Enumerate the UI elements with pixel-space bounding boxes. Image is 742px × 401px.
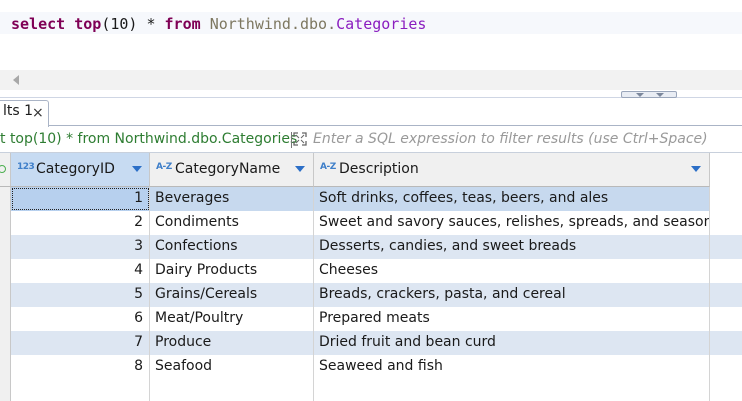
table-name: Categories [336,15,427,33]
record-icon [0,165,6,173]
row-number-cell[interactable] [0,307,11,331]
cell-description[interactable]: Prepared meats [314,307,710,331]
cell-categoryname[interactable]: Grains/Cereals [150,283,314,307]
cell-categoryname[interactable]: Meat/Poultry [150,307,314,331]
empty-cell [11,379,150,401]
table-row[interactable]: 1 Beverages Soft drinks, coffees, teas, … [0,187,742,211]
keyword-select: select [11,15,66,33]
sql-code-line[interactable]: select top(10) * from Northwind.dbo.Cate… [11,14,426,34]
cell-categoryid[interactable]: 5 [11,283,150,307]
column-header-categoryid[interactable]: 123 CategoryID [11,153,150,187]
cell-description[interactable]: Cheeses [314,259,710,283]
row-number-cell [0,379,11,401]
column-header-label: CategoryName [175,161,281,177]
text-type-icon: A-Z [320,162,336,172]
column-header-label: CategoryID [36,161,115,177]
sql-editor[interactable]: select top(10) * from Northwind.dbo.Cate… [0,0,742,73]
column-header-categoryname[interactable]: A-Z CategoryName [150,153,314,187]
chevron-down-icon[interactable] [295,166,305,172]
filter-separator [291,132,292,148]
collapse-arrow-icon [656,93,664,97]
chevron-down-icon[interactable] [691,166,701,172]
results-tab-bar: lts 1 × [0,98,742,127]
scroll-left-arrow-icon[interactable] [13,75,19,85]
row-number-cell[interactable] [0,211,11,235]
empty-cell [314,379,710,401]
cell-description[interactable]: Soft drinks, coffees, teas, beers, and a… [314,187,710,211]
cell-categoryname[interactable]: Confections [150,235,314,259]
table-row[interactable]: 8 Seafood Seaweed and fish [0,355,742,379]
row-number-cell[interactable] [0,283,11,307]
editor-horizontal-scrollbar[interactable] [0,70,742,90]
cell-description[interactable]: Breads, crackers, pasta, and cereal [314,283,710,307]
cell-description[interactable]: Sweet and savory sauces, relishes, sprea… [314,211,710,235]
table-row[interactable]: 2 Condiments Sweet and savory sauces, re… [0,211,742,235]
tab-label: lts 1 [3,103,34,119]
schema-name: Northwind.dbo. [209,15,337,33]
row-number-cell[interactable] [0,355,11,379]
cell-categoryid[interactable]: 4 [11,259,150,283]
column-header-description[interactable]: A-Z Description [314,153,710,187]
paren-close: ) [128,15,138,33]
tab-results-1[interactable]: lts 1 × [0,100,49,127]
cell-categoryid[interactable]: 7 [11,331,150,355]
cell-description[interactable]: Desserts, candies, and sweet breads [314,235,710,259]
table-row[interactable]: 7 Produce Dried fruit and bean curd [0,331,742,355]
text-type-icon: A-Z [156,162,172,172]
table-row[interactable]: 4 Dairy Products Cheeses [0,259,742,283]
cell-categoryid[interactable]: 2 [11,211,150,235]
table-row[interactable]: 6 Meat/Poultry Prepared meats [0,307,742,331]
row-number-cell[interactable] [0,187,11,211]
table-row[interactable]: 5 Grains/Cereals Breads, crackers, pasta… [0,283,742,307]
row-number-header[interactable] [0,153,11,187]
cell-categoryid[interactable]: 6 [11,307,150,331]
close-icon[interactable]: × [32,105,44,121]
keyword-from: from [164,15,201,33]
row-number-cell[interactable] [0,235,11,259]
empty-grid-area [0,379,742,401]
cell-categoryname[interactable]: Beverages [150,187,314,211]
cell-categoryname[interactable]: Seafood [150,355,314,379]
cell-description[interactable]: Dried fruit and bean curd [314,331,710,355]
active-query-label: t top(10) * from Northwind.dbo.Categorie… [0,131,298,147]
splitter-handle[interactable] [621,91,677,98]
cell-categoryid[interactable]: 1 [11,187,150,211]
row-number-cell[interactable] [0,331,11,355]
cell-categoryid[interactable]: 8 [11,355,150,379]
table-row[interactable]: 3 Confections Desserts, candies, and swe… [0,235,742,259]
column-header-label: Description [339,161,419,177]
results-grid: 123 CategoryID A-Z CategoryName A-Z Desc… [0,153,742,401]
cell-categoryname[interactable]: Produce [150,331,314,355]
filter-expression-input[interactable]: Enter a SQL expression to filter results… [313,131,708,147]
collapse-arrow-icon [636,93,644,97]
cell-categoryname[interactable]: Dairy Products [150,259,314,283]
filter-bar: t top(10) * from Northwind.dbo.Categorie… [0,127,742,153]
empty-cell [150,379,314,401]
cell-categoryname[interactable]: Condiments [150,211,314,235]
expand-filter-icon[interactable] [293,132,309,148]
keyword-top: top [74,15,102,33]
paren-open: ( [101,15,111,33]
star: * [146,15,156,33]
chevron-down-icon[interactable] [132,166,142,172]
numeric-type-icon: 123 [17,162,35,172]
limit-number: 10 [110,15,129,33]
cell-categoryid[interactable]: 3 [11,235,150,259]
cell-description[interactable]: Seaweed and fish [314,355,710,379]
row-number-cell[interactable] [0,259,11,283]
